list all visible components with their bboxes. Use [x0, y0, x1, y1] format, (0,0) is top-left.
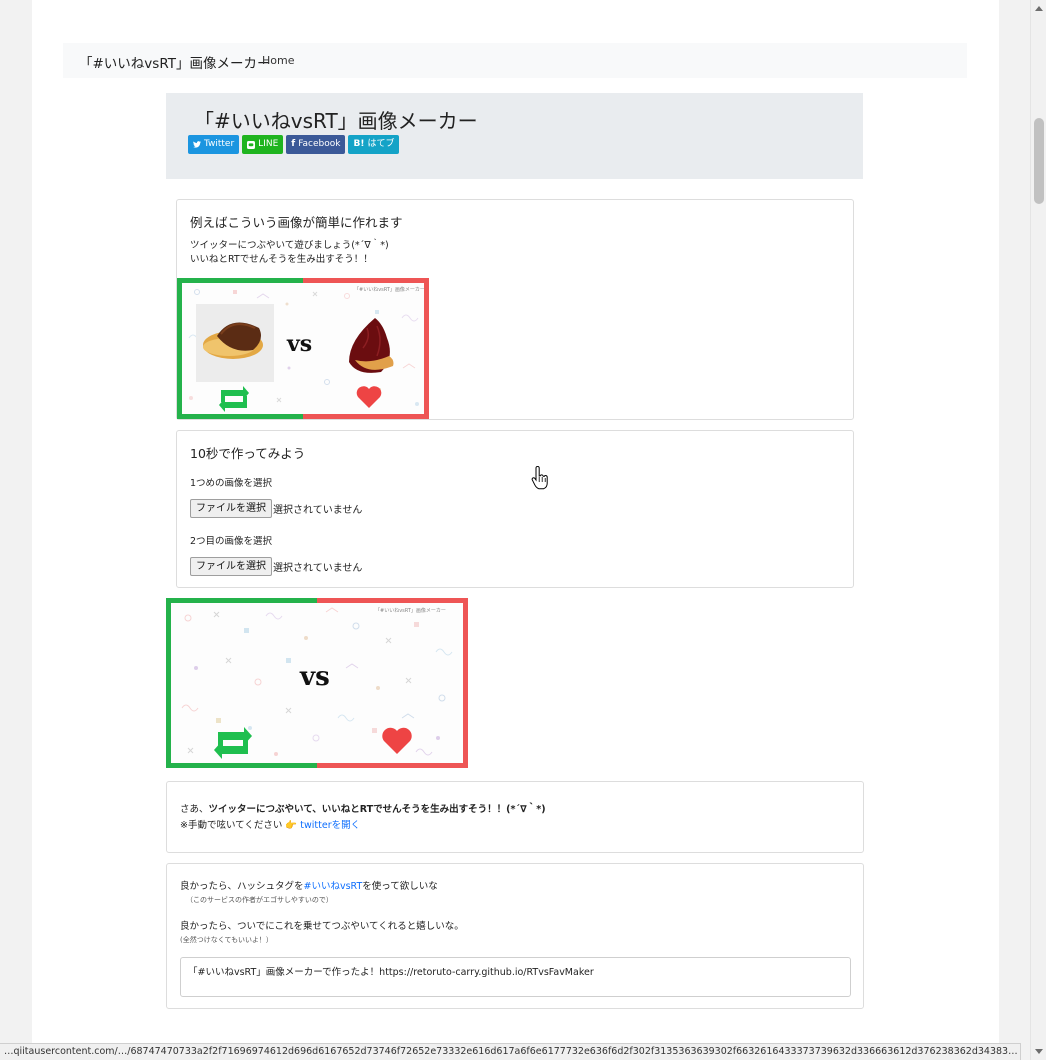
- twitter-share-label: Twitter: [204, 139, 235, 149]
- share-text-field[interactable]: 「#いいねvsRT」画像メーカーで作ったよ！https://retoruto-c…: [180, 957, 851, 997]
- facebook-share-label: Facebook: [298, 139, 341, 149]
- file2-status: 選択されていません: [273, 563, 363, 574]
- file1-select-button[interactable]: ファイルを選択: [190, 499, 272, 518]
- header-jumbotron: 「#いいねvsRT」画像メーカー Twitter LINE f Facebook…: [166, 93, 863, 179]
- hashtag-line-pre: 良かったら、ハッシュタグを: [180, 881, 304, 892]
- maker-title: 10秒で作ってみよう: [190, 446, 306, 461]
- example-line-1: ツイッターにつぶやいて遊びましょう(*´∇｀*): [190, 240, 389, 251]
- line-share-label: LINE: [258, 139, 279, 149]
- hatena-icon: B!: [353, 139, 365, 149]
- fav-border-top: [317, 598, 468, 603]
- tweet-prompt: さあ、ツイッターにつぶやいて、いいねとRTでせんそうを生み出すそう！！(*´∇｀…: [180, 801, 546, 815]
- share-text-note: (全然つけなくてもいいよ！）: [180, 936, 273, 944]
- scrollbar-thumb[interactable]: [1034, 118, 1044, 204]
- maker-card: 10秒で作ってみよう 1つめの画像を選択 ファイルを選択 選択されていません 2…: [176, 430, 854, 588]
- hatena-share-label: はてブ: [367, 139, 395, 149]
- fav-border: [303, 278, 429, 419]
- file1-status: 選択されていません: [273, 505, 363, 516]
- scrollbar[interactable]: [1030, 0, 1046, 1060]
- rt-border-top: [166, 598, 317, 603]
- hashtag-card: 良かったら、ハッシュタグを#いいねvsRTを使って欲しいな （このサービスの作者…: [166, 863, 864, 1009]
- scroll-down-icon[interactable]: [1035, 1049, 1043, 1054]
- hashtag-line: 良かったら、ハッシュタグを#いいねvsRTを使って欲しいな: [180, 878, 438, 892]
- vs-text: vs: [300, 662, 330, 692]
- vs-text: vs: [287, 331, 313, 357]
- navbar: 「#いいねvsRT」画像メーカー Home: [63, 43, 967, 78]
- rt-border: [177, 278, 303, 419]
- file2-label: 2つ目の画像を選択: [190, 536, 273, 547]
- rt-border: [166, 598, 317, 768]
- page-title: 「#いいねvsRT」画像メーカー: [194, 109, 478, 133]
- line-share-button[interactable]: LINE: [242, 135, 284, 154]
- tweet-manual-line: ※手動で呟いてください 👉 twitterを開く: [180, 817, 360, 831]
- file1-label: 1つめの画像を選択: [190, 478, 273, 489]
- image-caption: 「#いいねvsRT」画像メーカー: [375, 608, 446, 614]
- hand-cursor-icon: [531, 466, 548, 490]
- twitter-share-button[interactable]: Twitter: [188, 135, 240, 154]
- status-bar-url: …qiitausercontent.com/…/68747470733a2f2f…: [0, 1043, 1021, 1060]
- tweet-prompt-bold: ツイッターにつぶやいて、いいねとRTでせんそうを生み出すそう！！(*´∇｀*): [208, 804, 546, 815]
- example-title: 例えばこういう画像が簡単に作れます: [190, 215, 403, 230]
- hashtag-note: （このサービスの作者がエゴサしやすいので）: [186, 896, 333, 904]
- hashtag-line-post: を使って欲しいな: [362, 881, 438, 892]
- fav-border-top: [303, 278, 429, 283]
- fav-border: [317, 598, 468, 768]
- share-text-line: 良かったら、ついでにこれを乗せてつぶやいてくれると嬉しいな。: [180, 921, 464, 932]
- facebook-icon: f: [291, 139, 296, 149]
- twitter-icon: [193, 141, 201, 148]
- scroll-up-icon[interactable]: [1035, 6, 1043, 11]
- hatena-share-button[interactable]: B! はてブ: [348, 135, 400, 154]
- nav-home-link[interactable]: Home: [262, 54, 294, 67]
- open-twitter-link[interactable]: twitterを開く: [300, 820, 360, 831]
- example-vs-image: 「#いいねvsRT」画像メーカー vs: [177, 278, 429, 419]
- hashtag-link[interactable]: #いいねvsRT: [304, 881, 363, 892]
- example-line-2: いいねとRTでせんそうを生み出すそう！！: [190, 254, 373, 265]
- facebook-share-button[interactable]: f Facebook: [286, 135, 346, 154]
- rt-border-top: [177, 278, 303, 283]
- line-icon: [247, 140, 256, 149]
- share-buttons: Twitter LINE f Facebook B! はてブ: [188, 135, 400, 154]
- tweet-prompt-prefix: さあ、: [180, 804, 209, 815]
- tweet-card: さあ、ツイッターにつぶやいて、いいねとRTでせんそうを生み出すそう！！(*´∇｀…: [166, 781, 864, 853]
- preview-vs-image: 「#いいねvsRT」画像メーカー vs: [166, 598, 468, 768]
- file2-select-button[interactable]: ファイルを選択: [190, 557, 272, 576]
- navbar-brand[interactable]: 「#いいねvsRT」画像メーカー: [79, 52, 270, 72]
- tweet-manual-text: ※手動で呟いてください 👉: [180, 820, 298, 831]
- image-caption: 「#いいねvsRT」画像メーカー: [354, 287, 425, 293]
